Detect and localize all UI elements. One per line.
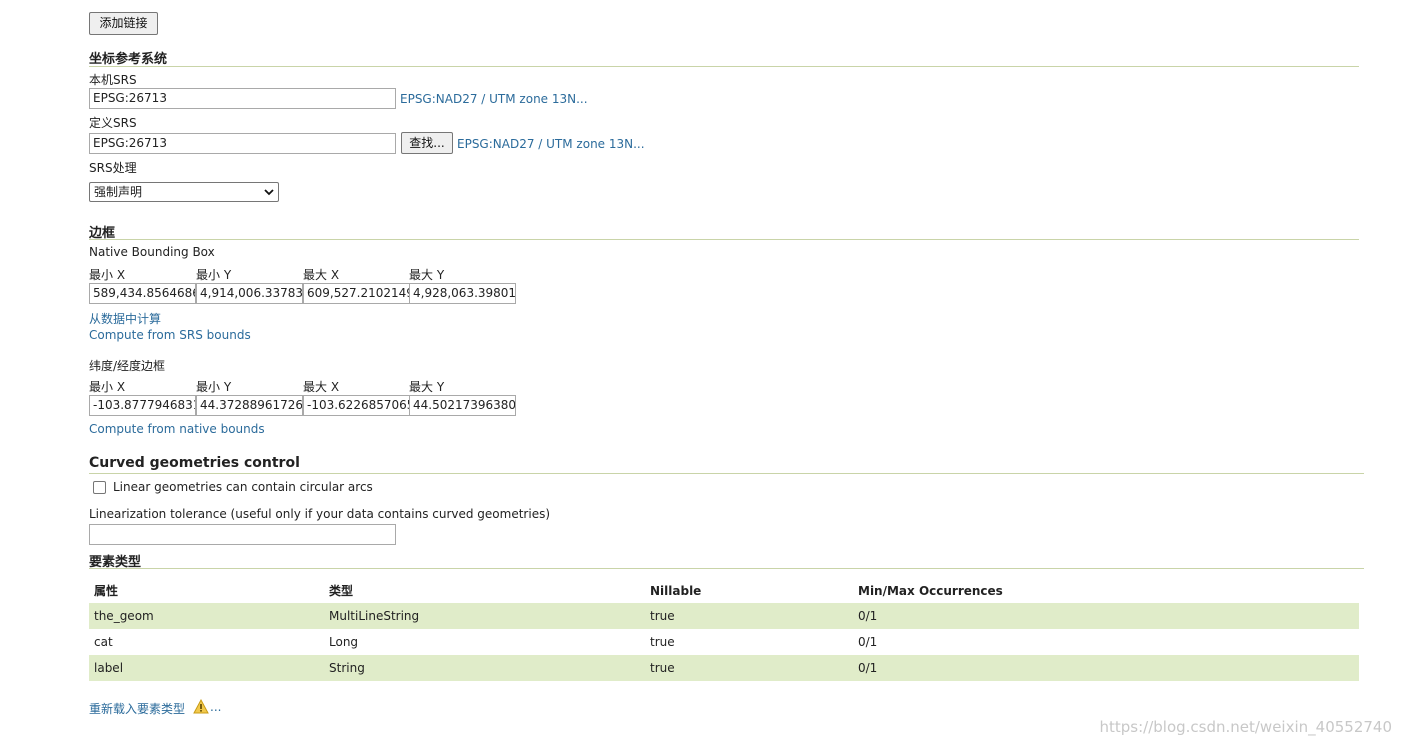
table-cell: String xyxy=(324,655,645,681)
compute-from-data-link[interactable]: 从数据中计算 xyxy=(89,310,161,327)
latlon-bbox-label: 纬度/经度边框 xyxy=(89,359,166,373)
compute-from-native-link[interactable]: Compute from native bounds xyxy=(89,422,265,436)
native-maxx-header: 最大 X xyxy=(303,268,340,282)
bbox-divider xyxy=(89,239,1359,240)
declared-srs-input[interactable]: EPSG:26713 xyxy=(89,133,396,154)
column-header-attribute: 属性 xyxy=(94,584,119,598)
watermark-text: https://blog.csdn.net/weixin_40552740 xyxy=(1099,718,1392,736)
srs-handling-select[interactable]: 强制声明 xyxy=(89,182,279,202)
circular-arcs-label: Linear geometries can contain circular a… xyxy=(113,480,373,494)
native-maxx-input[interactable]: 609,527.21021496 xyxy=(303,283,410,304)
table-row: label String true 0/1 xyxy=(89,655,1359,681)
crs-section-title: 坐标参考系统 xyxy=(89,52,168,67)
chevron-down-icon xyxy=(264,183,274,208)
find-srs-button[interactable]: 查找... xyxy=(401,132,453,154)
table-row: cat Long true 0/1 xyxy=(89,629,1359,655)
native-srs-label: 本机SRS xyxy=(89,73,137,87)
table-cell: true xyxy=(645,603,853,629)
latlon-maxx-header: 最大 X xyxy=(303,380,340,394)
native-minx-header: 最小 X xyxy=(89,268,126,282)
table-cell: 0/1 xyxy=(853,603,1359,629)
table-row: the_geom MultiLineString true 0/1 xyxy=(89,603,1359,629)
table-cell: MultiLineString xyxy=(324,603,645,629)
latlon-maxx-input[interactable]: -103.62268570651 xyxy=(303,395,410,416)
native-srs-link[interactable]: EPSG:NAD27 / UTM zone 13N... xyxy=(400,92,588,106)
native-minx-input[interactable]: 589,434.85646865 xyxy=(89,283,196,304)
warning-ellipsis-link[interactable]: ... xyxy=(210,700,221,714)
reload-feature-type-link[interactable]: 重新载入要素类型 xyxy=(89,700,185,717)
native-miny-input[interactable]: 4,914,006.337837 xyxy=(196,283,303,304)
native-srs-input[interactable]: EPSG:26713 xyxy=(89,88,396,109)
native-bbox-label: Native Bounding Box xyxy=(89,245,215,259)
table-header-row: 属性 类型 Nillable Min/Max Occurrences xyxy=(89,578,1359,603)
table-cell: 0/1 xyxy=(858,635,878,649)
add-link-button[interactable]: 添加链接 xyxy=(89,12,158,35)
circular-arcs-checkbox[interactable] xyxy=(93,481,106,494)
native-miny-header: 最小 Y xyxy=(196,268,232,282)
srs-handling-label: SRS处理 xyxy=(89,161,137,175)
table-cell: cat xyxy=(94,635,113,649)
latlon-miny-header: 最小 Y xyxy=(196,380,232,394)
table-cell: true xyxy=(650,635,675,649)
native-maxy-input[interactable]: 4,928,063.398014 xyxy=(409,283,516,304)
table-cell: the_geom xyxy=(89,603,324,629)
column-header-type: 类型 xyxy=(329,584,354,598)
curved-divider xyxy=(89,473,1364,474)
table-cell: label xyxy=(89,655,324,681)
table-cell: 0/1 xyxy=(853,655,1359,681)
crs-divider xyxy=(89,66,1359,67)
latlon-miny-input[interactable]: 44.372889617262 xyxy=(196,395,303,416)
srs-handling-selected: 强制声明 xyxy=(94,185,143,199)
latlon-maxy-input[interactable]: 44.502173963809 xyxy=(409,395,516,416)
curved-section-title: Curved geometries control xyxy=(89,455,300,471)
latlon-minx-header: 最小 X xyxy=(89,380,126,394)
declared-srs-link[interactable]: EPSG:NAD27 / UTM zone 13N... xyxy=(457,137,645,151)
table-cell: true xyxy=(645,655,853,681)
warning-icon xyxy=(193,698,209,717)
latlon-minx-input[interactable]: -103.87779468316 xyxy=(89,395,196,416)
feature-type-divider xyxy=(89,568,1364,569)
declared-srs-label: 定义SRS xyxy=(89,116,137,130)
native-maxy-header: 最大 Y xyxy=(409,268,445,282)
latlon-maxy-header: 最大 Y xyxy=(409,380,445,394)
tolerance-input[interactable] xyxy=(89,524,396,545)
compute-from-srs-link[interactable]: Compute from SRS bounds xyxy=(89,328,251,342)
column-header-nillable: Nillable xyxy=(650,583,702,598)
tolerance-label: Linearization tolerance (useful only if … xyxy=(89,507,551,521)
column-header-occurrences: Min/Max Occurrences xyxy=(858,583,1003,598)
table-cell: Long xyxy=(329,635,359,649)
feature-type-table: 属性 类型 Nillable Min/Max Occurrences the_g… xyxy=(89,578,1359,681)
